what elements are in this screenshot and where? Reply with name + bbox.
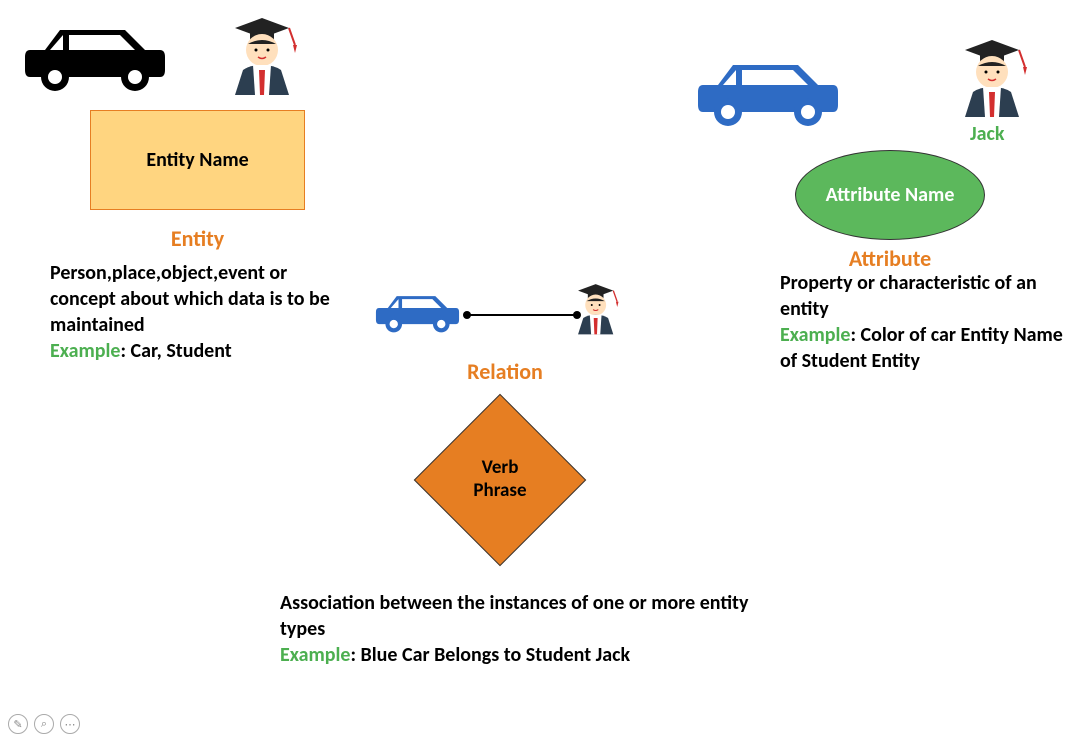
student-icon xyxy=(215,0,310,100)
entity-rectangle: Entity Name xyxy=(90,110,305,210)
more-icon[interactable]: ⋯ xyxy=(60,714,80,734)
pen-tool-icon[interactable]: ✎ xyxy=(8,714,28,734)
attribute-description: Property or characteristic of an entity … xyxy=(780,270,1070,374)
attribute-title: Attribute xyxy=(795,245,985,272)
entity-description: Person,place,object,event or concept abo… xyxy=(50,260,350,364)
student-jack-icon xyxy=(945,22,1040,122)
attribute-ellipse: Attribute Name xyxy=(795,150,985,240)
relation-diamond-label: Verb Phrase xyxy=(460,457,540,503)
car-blue-small-icon xyxy=(370,285,465,340)
zoom-icon[interactable]: ⌕ xyxy=(34,714,54,734)
relation-line xyxy=(462,305,582,325)
student-small-icon xyxy=(565,270,627,340)
entity-title: Entity xyxy=(90,225,305,252)
entity-box-label: Entity Name xyxy=(146,148,248,172)
car-blue-icon xyxy=(688,50,848,135)
presentation-controls: ✎ ⌕ ⋯ xyxy=(8,714,80,734)
relation-diamond: Verb Phrase xyxy=(415,395,585,565)
jack-label: Jack xyxy=(970,122,1004,146)
car-black-icon xyxy=(15,15,175,100)
relation-title: Relation xyxy=(420,358,590,385)
relation-description: Association between the instances of one… xyxy=(280,590,750,668)
attribute-ellipse-label: Attribute Name xyxy=(820,183,960,207)
